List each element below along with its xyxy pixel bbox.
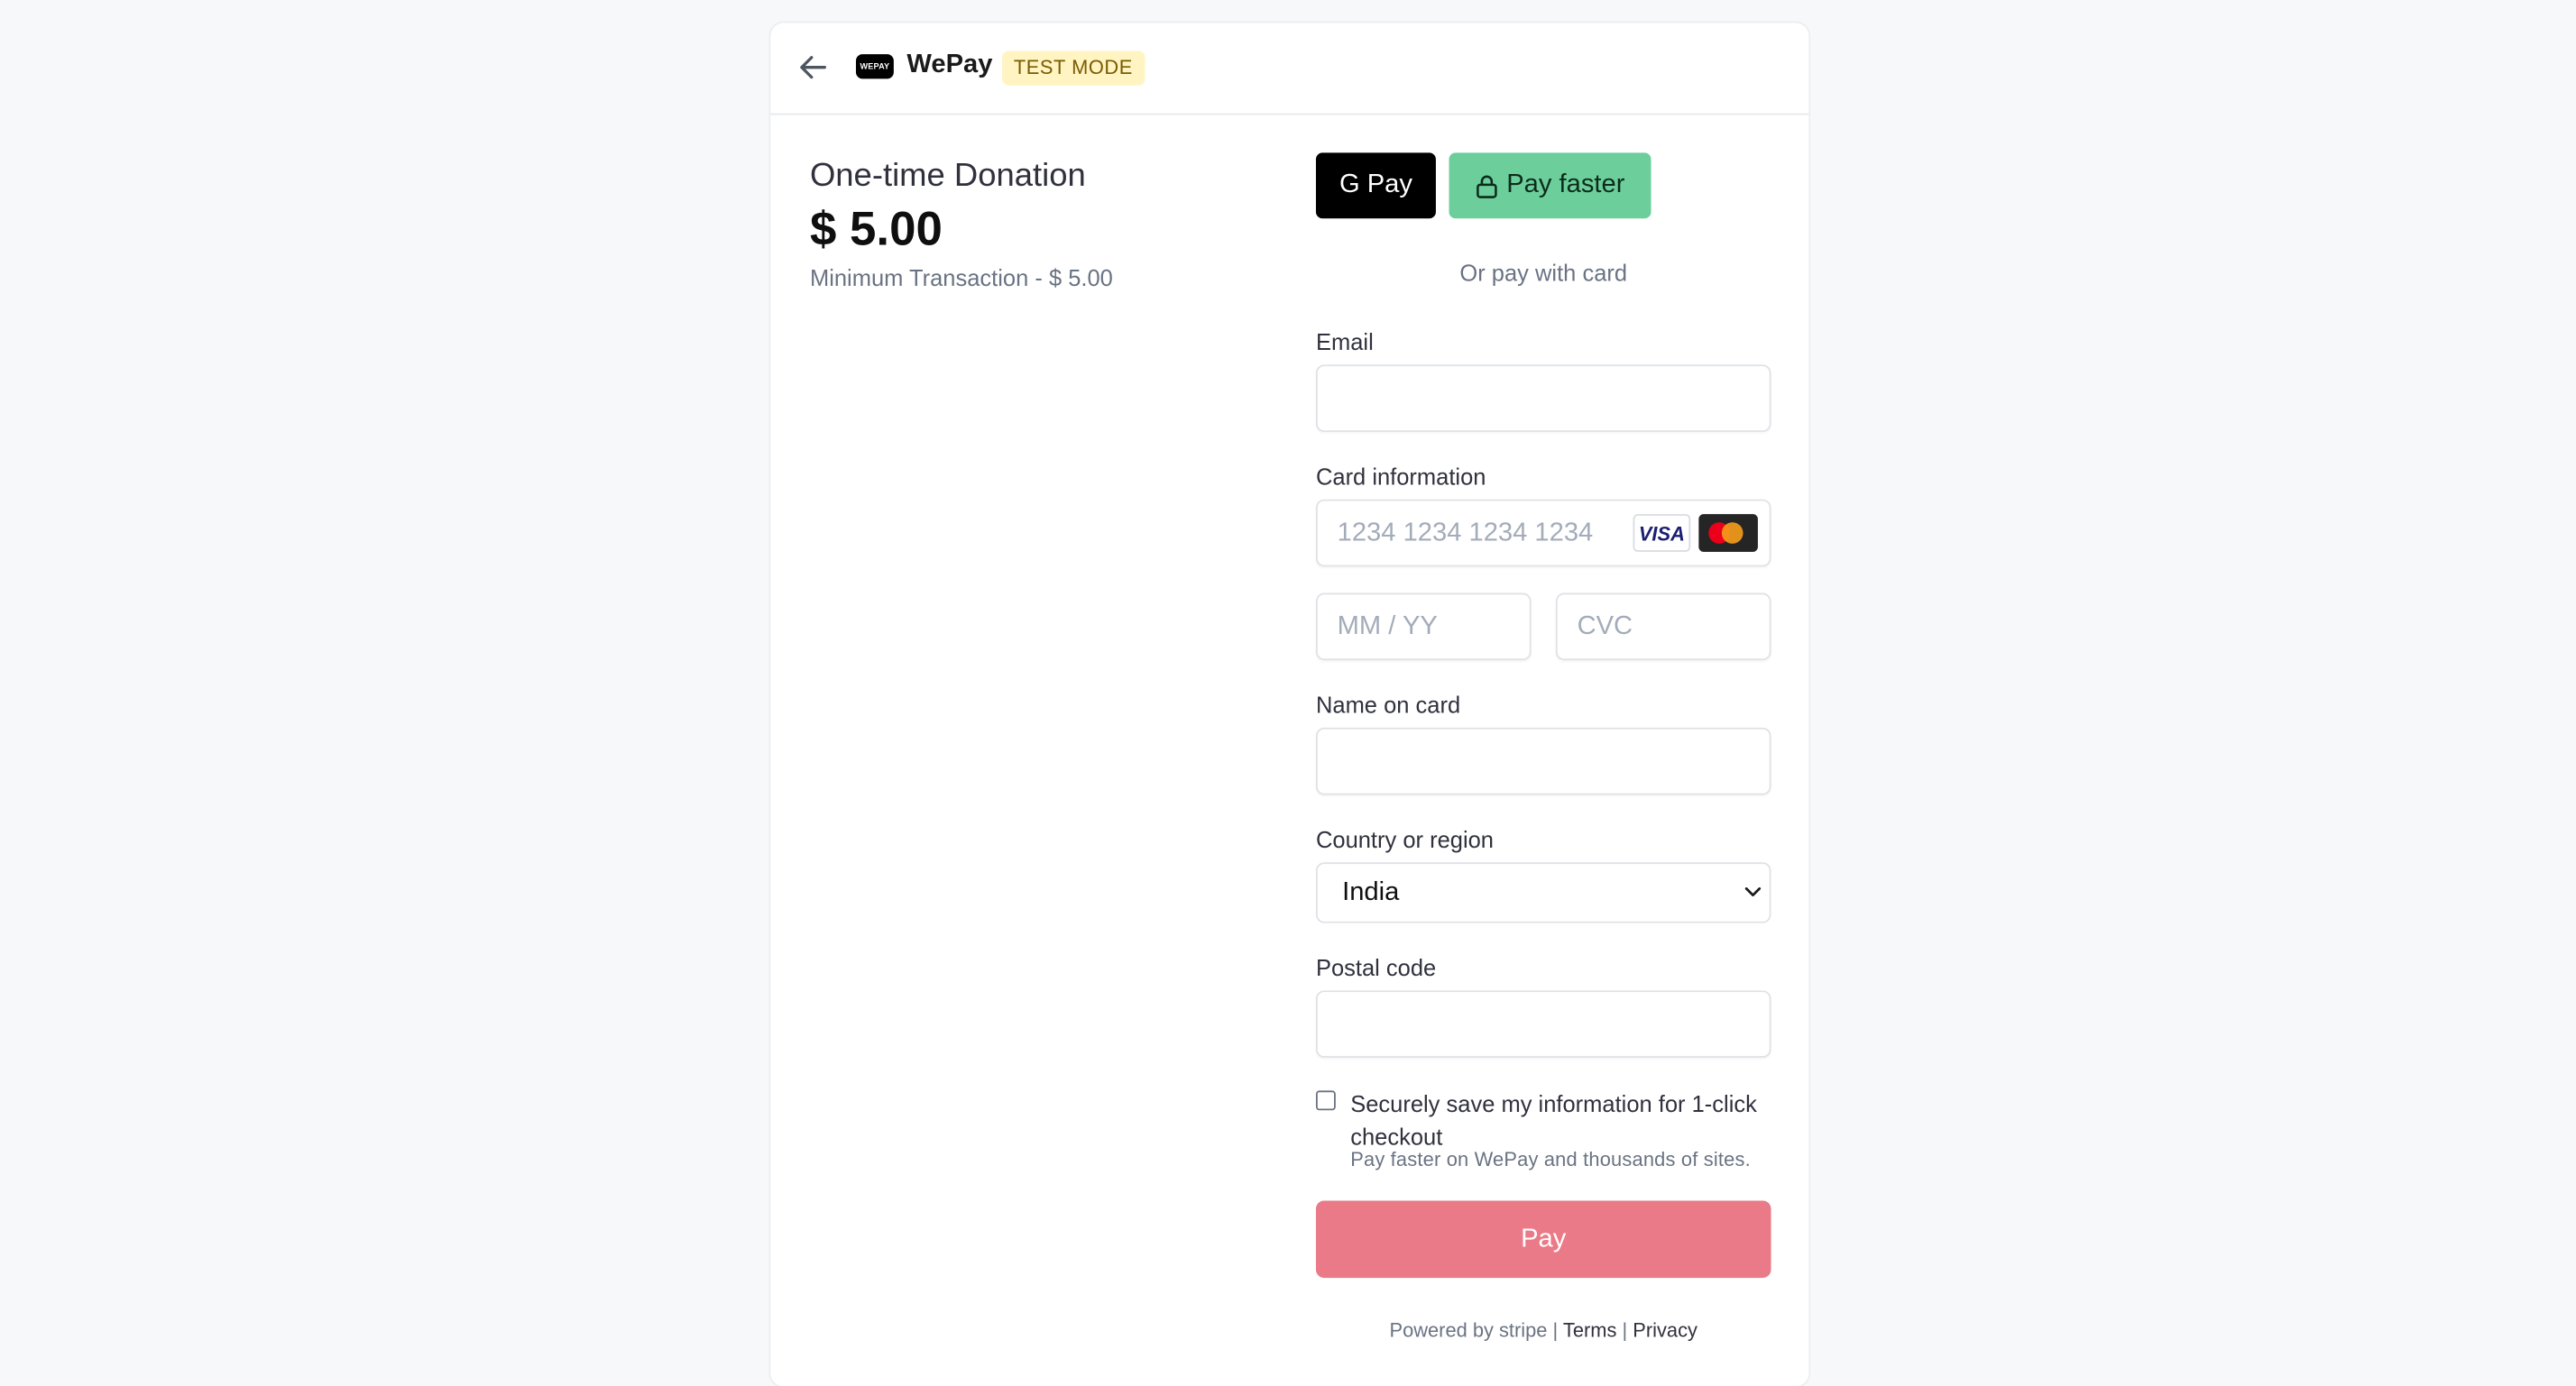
terms-link[interactable]: Terms — [1563, 1319, 1617, 1343]
name-on-card-label: Name on card — [1315, 691, 1461, 718]
card-information-label: Card information — [1315, 463, 1486, 490]
total-amount: $ 5.00 — [809, 203, 943, 257]
privacy-link[interactable]: Privacy — [1633, 1319, 1697, 1343]
wallet-buttons: G Pay Pay faster — [1315, 152, 1771, 219]
checkout-page: WEPAY WePay TEST MODE One-time Donation … — [0, 0, 2576, 1386]
save-info-sublabel: Pay faster on WePay and thousands of sit… — [1350, 1148, 1751, 1171]
pay-faster-button[interactable]: Pay faster — [1449, 152, 1651, 219]
product-title: One-time Donation — [809, 157, 1086, 194]
order-summary: One-time Donation $ 5.00 Minimum Transac… — [810, 158, 1113, 291]
mastercard-icon — [1698, 514, 1758, 553]
postal-code-input[interactable] — [1315, 990, 1771, 1059]
google-pay-button[interactable]: G Pay — [1315, 152, 1436, 219]
back-arrow-icon[interactable] — [796, 50, 829, 83]
email-field[interactable] — [1315, 364, 1771, 433]
visa-icon: VISA — [1633, 514, 1691, 553]
expiry-cvc-row — [1315, 592, 1771, 661]
footer: Powered by stripe | Terms | Privacy — [1316, 1319, 1771, 1343]
country-label: Country or region — [1315, 826, 1494, 853]
country-select[interactable]: India — [1315, 862, 1771, 923]
country-select-value: India — [1315, 862, 1771, 923]
minimum-transaction-note: Minimum Transaction - $ 5.00 — [809, 264, 1113, 291]
brand-logo: WEPAY — [855, 54, 894, 79]
postal-code-label: Postal code — [1315, 954, 1437, 981]
brand-name: WePay — [906, 50, 993, 79]
cvc-input[interactable] — [1555, 592, 1771, 661]
name-on-card-input[interactable] — [1315, 727, 1771, 795]
payment-form: G Pay Pay faster Or pay with card Email … — [1315, 152, 1771, 1343]
email-label: Email — [1315, 328, 1374, 355]
google-pay-label: G Pay — [1339, 170, 1412, 199]
powered-by-text: Powered by stripe | — [1389, 1318, 1559, 1343]
test-mode-badge: TEST MODE — [1002, 50, 1145, 86]
footer-separator: | — [1622, 1318, 1628, 1343]
lock-icon — [1477, 174, 1497, 197]
chevron-down-icon — [1744, 887, 1762, 897]
pay-button[interactable]: Pay — [1315, 1200, 1771, 1279]
save-info-row: Securely save my information for 1-click… — [1315, 1088, 1771, 1175]
save-info-label: Securely save my information for 1-click… — [1350, 1090, 1757, 1151]
card-number-group: VISA — [1315, 499, 1771, 567]
save-info-checkbox[interactable] — [1315, 1090, 1336, 1111]
pay-faster-label: Pay faster — [1506, 170, 1625, 199]
checkout-header: WEPAY WePay TEST MODE — [770, 23, 1809, 115]
checkout-card: WEPAY WePay TEST MODE One-time Donation … — [770, 23, 1809, 1386]
pay-with-card-divider: Or pay with card — [1459, 259, 1628, 286]
expiry-input[interactable] — [1315, 592, 1532, 661]
